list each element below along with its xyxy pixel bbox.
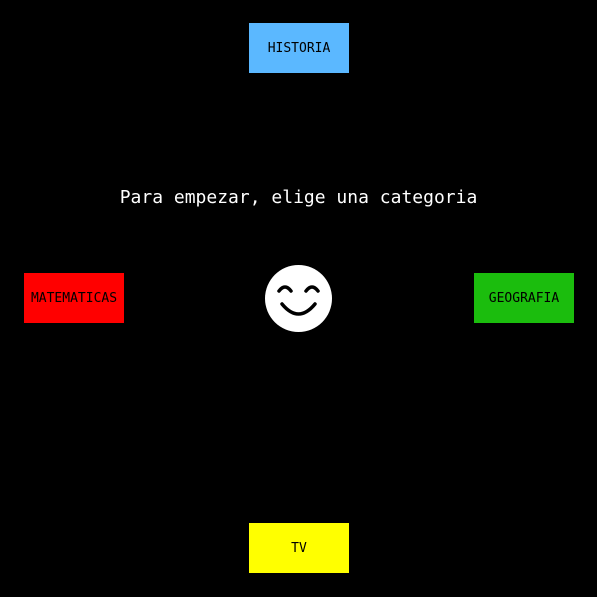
instruction-text: Para empezar, elige una categoria (119, 187, 478, 208)
category-button-matematicas[interactable]: MATEMATICAS (24, 273, 124, 323)
smiling-face-icon (264, 264, 333, 333)
category-button-geografia[interactable]: GEOGRAFIA (474, 273, 574, 323)
category-button-tv[interactable]: TV (249, 523, 349, 573)
category-label-historia: HISTORIA (267, 40, 331, 56)
category-button-historia[interactable]: HISTORIA (249, 23, 349, 73)
category-label-geografia: GEOGRAFIA (488, 290, 560, 306)
category-label-tv: TV (291, 540, 307, 556)
category-label-matematicas: MATEMATICAS (30, 290, 118, 306)
